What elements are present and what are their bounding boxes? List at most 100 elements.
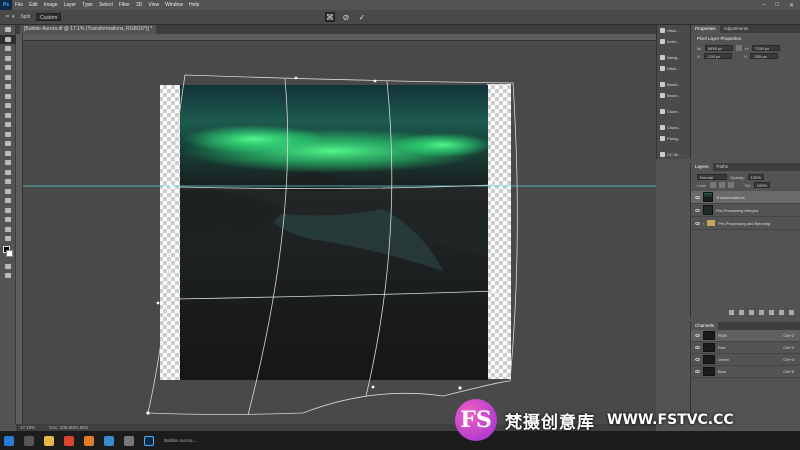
color-swatches[interactable] xyxy=(0,244,16,262)
shape-tool-icon[interactable] xyxy=(0,206,16,216)
link-layers-icon[interactable] xyxy=(729,310,734,315)
y-field[interactable]: -255 px xyxy=(750,53,779,59)
document-tab[interactable]: [Bubble Aurora.tif @ 17.1% (Transformati… xyxy=(20,25,157,34)
cc-libraries-panel-button[interactable]: CC lib... xyxy=(657,149,690,160)
pen-tool-icon[interactable] xyxy=(0,177,16,187)
channel-row[interactable]: RGB Ctrl+2 xyxy=(691,330,800,342)
eye-icon[interactable] xyxy=(695,370,700,373)
paragraph-panel-button[interactable]: Parag... xyxy=(657,133,690,144)
menu-3d[interactable]: 3D xyxy=(133,2,145,8)
eyedropper-tool-icon[interactable] xyxy=(0,92,16,102)
menu-image[interactable]: Image xyxy=(41,2,61,8)
fx-icon[interactable] xyxy=(739,310,744,315)
opacity-field[interactable]: 100% xyxy=(747,174,764,180)
menu-view[interactable]: View xyxy=(145,2,162,8)
hand-tool-icon[interactable] xyxy=(0,215,16,225)
menu-layer[interactable]: Layer xyxy=(61,2,80,8)
crop-tool-icon[interactable] xyxy=(0,73,16,83)
document-canvas[interactable] xyxy=(23,41,656,424)
type-tool-icon[interactable] xyxy=(0,187,16,197)
clone-source-panel-button[interactable]: Clone... xyxy=(657,106,690,117)
frame-tool-icon[interactable] xyxy=(0,82,16,92)
marquee-tool-icon[interactable] xyxy=(0,44,16,54)
trash-icon[interactable] xyxy=(789,310,794,315)
app-icon[interactable] xyxy=(124,435,134,446)
link-icon[interactable] xyxy=(735,45,742,51)
fill-field[interactable]: 100% xyxy=(753,182,770,188)
move-tool-icon[interactable] xyxy=(0,34,16,44)
lock-pixels-icon[interactable] xyxy=(709,182,716,188)
mask-icon[interactable] xyxy=(749,310,754,315)
eye-icon[interactable] xyxy=(695,208,700,212)
photoshop-taskbar-icon[interactable] xyxy=(144,435,154,446)
horizontal-ruler[interactable] xyxy=(23,34,656,41)
width-field[interactable]: 6638 px xyxy=(704,45,733,51)
navigator-panel-button[interactable]: Navig... xyxy=(657,52,690,63)
maximize-icon[interactable]: □ xyxy=(775,2,779,8)
channel-row[interactable]: Blue Ctrl+5 xyxy=(691,366,800,378)
new-layer-icon[interactable] xyxy=(779,310,784,315)
chevron-right-icon[interactable]: › xyxy=(703,221,704,226)
eye-icon[interactable] xyxy=(695,195,700,199)
commit-transform-icon[interactable]: ✓ xyxy=(357,12,367,22)
vertical-ruler[interactable] xyxy=(16,34,23,424)
firefox-icon[interactable] xyxy=(84,435,94,446)
tab-layers[interactable]: Layers xyxy=(691,163,713,171)
zoom-tool-icon[interactable] xyxy=(0,225,16,235)
minimize-icon[interactable]: – xyxy=(762,2,765,8)
mail-icon[interactable] xyxy=(104,435,114,446)
new-group-icon[interactable] xyxy=(769,310,774,315)
healing-brush-tool-icon[interactable] xyxy=(0,101,16,111)
eraser-tool-icon[interactable] xyxy=(0,139,16,149)
eye-icon[interactable] xyxy=(695,221,700,225)
collapse-icon[interactable] xyxy=(0,25,16,35)
dodge-tool-icon[interactable] xyxy=(0,168,16,178)
tab-paths[interactable]: Paths xyxy=(713,163,733,171)
chrome-icon[interactable] xyxy=(64,435,74,446)
lasso-tool-icon[interactable] xyxy=(0,54,16,64)
actions-panel-button[interactable]: Actio... xyxy=(657,36,690,47)
channel-row[interactable]: Green Ctrl+4 xyxy=(691,354,800,366)
start-icon[interactable] xyxy=(4,435,14,446)
menu-type[interactable]: Type xyxy=(79,2,96,8)
history-panel-button[interactable]: Histo... xyxy=(657,63,690,74)
blend-mode-select[interactable]: Normal xyxy=(697,174,727,180)
menu-file[interactable]: File xyxy=(12,2,26,8)
history-brush-tool-icon[interactable] xyxy=(0,130,16,140)
channel-row[interactable]: Red Ctrl+3 xyxy=(691,342,800,354)
histogram-panel-button[interactable]: Histo... xyxy=(657,25,690,36)
warp-mode-select[interactable]: Custom xyxy=(36,13,62,21)
brush-tool-icon[interactable] xyxy=(0,111,16,121)
search-icon[interactable] xyxy=(24,435,34,446)
adjustment-layer-icon[interactable] xyxy=(759,310,764,315)
character-panel-button[interactable]: Chara... xyxy=(657,122,690,133)
tab-properties[interactable]: Properties xyxy=(691,25,720,33)
background-color[interactable] xyxy=(6,249,13,257)
blur-tool-icon[interactable] xyxy=(0,158,16,168)
layer-row[interactable]: › Pre-Processing and Blending xyxy=(691,217,800,230)
tab-channels[interactable]: Channels xyxy=(691,322,719,330)
lock-position-icon[interactable] xyxy=(718,182,725,188)
layer-row[interactable]: Pre-Processing Merged xyxy=(691,204,800,217)
eye-icon[interactable] xyxy=(695,346,700,349)
gradient-tool-icon[interactable] xyxy=(0,149,16,159)
path-select-tool-icon[interactable] xyxy=(0,196,16,206)
explorer-icon[interactable] xyxy=(44,435,54,446)
layer-row[interactable]: Transformations xyxy=(691,191,800,204)
quick-mask-icon[interactable] xyxy=(0,262,16,272)
eye-icon[interactable] xyxy=(695,358,700,361)
tab-adjustments[interactable]: Adjustments xyxy=(720,25,753,33)
warp-split-option[interactable]: Split xyxy=(20,14,30,20)
close-icon[interactable]: ✕ xyxy=(789,2,794,9)
menu-select[interactable]: Select xyxy=(96,2,116,8)
more-tools-icon[interactable] xyxy=(0,234,16,244)
lock-all-icon[interactable] xyxy=(727,182,734,188)
tool-preset[interactable]: ⌗ ▾ xyxy=(6,14,14,20)
height-field[interactable]: 7159 px xyxy=(751,45,780,51)
eye-icon[interactable] xyxy=(695,334,700,337)
brushes-panel-button[interactable]: Brush... xyxy=(657,90,690,101)
quick-select-tool-icon[interactable] xyxy=(0,63,16,73)
menu-edit[interactable]: Edit xyxy=(26,2,41,8)
menu-filter[interactable]: Filter xyxy=(116,2,133,8)
warp-mode-toggle-icon[interactable]: ⌘ xyxy=(325,12,335,22)
